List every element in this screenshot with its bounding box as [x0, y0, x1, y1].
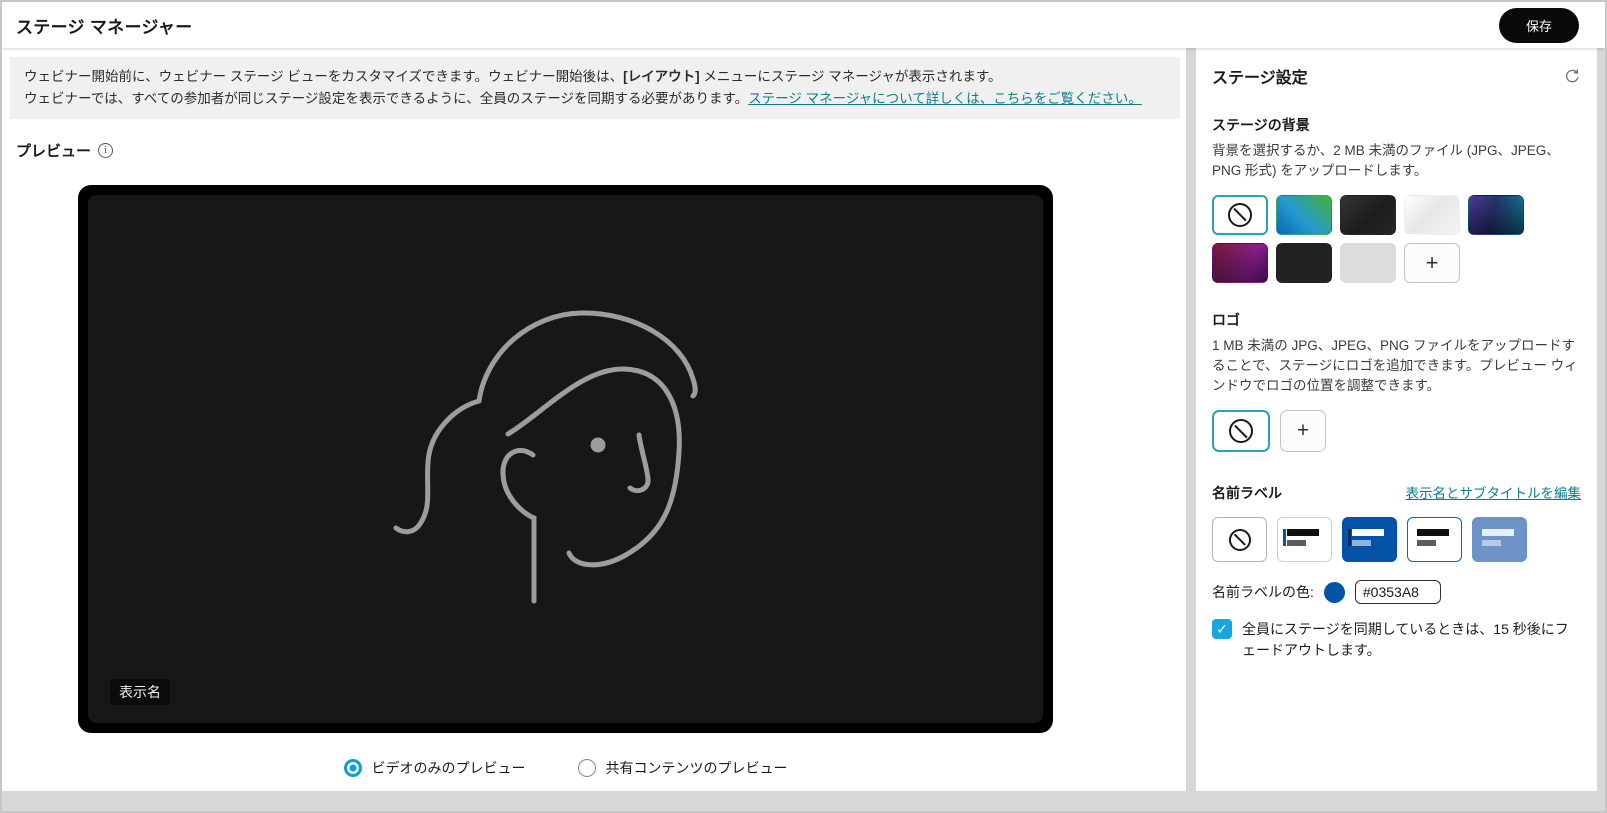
- name-label-black-selected[interactable]: [1407, 517, 1462, 562]
- logo-description: 1 MB 未満の JPG、JPEG、PNG ファイルをアップロードすることで、ス…: [1212, 336, 1581, 397]
- background-description: 背景を選択するか、2 MB 未満のファイル (JPG、JPEG、PNG 形式) …: [1212, 141, 1581, 182]
- info-banner: ウェビナー開始前に、ウェビナー ステージ ビューをカスタマイズできます。ウェビナ…: [10, 57, 1180, 119]
- bg-swatch-black[interactable]: [1276, 243, 1332, 283]
- preview-title: プレビュー: [16, 140, 91, 161]
- display-name-chip[interactable]: 表示名: [110, 679, 170, 705]
- header: ステージ マネージャー 保存: [2, 2, 1605, 48]
- reset-icon[interactable]: [1563, 67, 1581, 85]
- add-background-button[interactable]: +: [1404, 243, 1460, 283]
- radio-shared-content-label: 共有コンテンツのプレビュー: [606, 758, 788, 778]
- color-swatch-dot[interactable]: [1324, 582, 1345, 603]
- prohibited-icon: [1229, 529, 1251, 551]
- banner-line1-after: メニューにステージ マネージャが表示されます。: [700, 69, 1002, 84]
- name-label-light-accent[interactable]: [1277, 517, 1332, 562]
- name-label-none[interactable]: [1212, 517, 1267, 562]
- background-swatch-grid: +: [1212, 195, 1542, 283]
- radio-unselected-icon[interactable]: [578, 759, 596, 777]
- logo-none-button[interactable]: [1212, 410, 1270, 452]
- name-label-blue[interactable]: [1342, 517, 1397, 562]
- bg-swatch-purple-teal[interactable]: [1468, 195, 1524, 235]
- name-label-translucent[interactable]: [1472, 517, 1527, 562]
- stage-manager-window: ステージ マネージャー 保存 ウェビナー開始前に、ウェビナー ステージ ビューを…: [0, 0, 1607, 813]
- name-label-style-options: [1212, 517, 1581, 562]
- logo-heading: ロゴ: [1212, 310, 1581, 330]
- prohibited-icon: [1229, 419, 1253, 443]
- radio-shared-content[interactable]: 共有コンテンツのプレビュー: [578, 758, 788, 778]
- add-logo-button[interactable]: +: [1280, 410, 1326, 452]
- save-button[interactable]: 保存: [1499, 8, 1579, 43]
- main-panel: ウェビナー開始前に、ウェビナー ステージ ビューをカスタマイズできます。ウェビナ…: [2, 48, 1186, 791]
- bg-swatch-dark-wave[interactable]: [1340, 195, 1396, 235]
- name-label-color-label: 名前ラベルの色:: [1212, 582, 1314, 602]
- stage-preview-inner: 表示名: [88, 195, 1043, 723]
- preview-mode-radio-group: ビデオのみのプレビュー 共有コンテンツのプレビュー: [78, 758, 1053, 778]
- banner-line2: ウェビナーでは、すべての参加者が同じステージ設定を表示できるように、全員のステー…: [24, 91, 748, 106]
- panel-divider: [1186, 48, 1196, 791]
- bg-swatch-magenta-purple[interactable]: [1212, 243, 1268, 283]
- sync-fadeout-label: 全員にステージを同期しているときは、15 秒後にフェードアウトします。: [1242, 619, 1572, 660]
- stage-settings-panel: ステージ設定 ステージの背景 背景を選択するか、2 MB 未満のファイル (JP…: [1196, 48, 1597, 791]
- info-icon[interactable]: i: [98, 143, 113, 158]
- stage-preview: 表示名: [78, 185, 1053, 733]
- bg-swatch-none[interactable]: [1212, 195, 1268, 235]
- settings-title: ステージ設定: [1212, 64, 1308, 88]
- banner-layout-bold: [レイアウト]: [623, 69, 700, 84]
- color-hex-input[interactable]: [1355, 580, 1441, 604]
- bg-swatch-light-gray[interactable]: [1340, 243, 1396, 283]
- radio-video-only[interactable]: ビデオのみのプレビュー: [344, 758, 526, 778]
- page-title: ステージ マネージャー: [16, 13, 193, 38]
- edit-display-name-link[interactable]: 表示名とサブタイトルを編集: [1406, 482, 1582, 502]
- radio-video-only-label: ビデオのみのプレビュー: [372, 758, 526, 778]
- bottom-band: [2, 791, 1605, 813]
- name-label-heading: 名前ラベル: [1212, 483, 1282, 503]
- radio-selected-icon[interactable]: [344, 759, 362, 777]
- learn-more-link[interactable]: ステージ マネージャについて詳しくは、こちらをご覧ください。: [748, 91, 1142, 106]
- background-heading: ステージの背景: [1212, 115, 1581, 135]
- logo-options: +: [1212, 410, 1581, 452]
- banner-line1: ウェビナー開始前に、ウェビナー ステージ ビューをカスタマイズできます。ウェビナ…: [24, 69, 623, 84]
- bg-swatch-green-blue[interactable]: [1276, 195, 1332, 235]
- bg-swatch-light-wave[interactable]: [1404, 195, 1460, 235]
- prohibited-icon: [1228, 203, 1252, 227]
- sync-fadeout-checkbox[interactable]: ✓: [1212, 619, 1232, 639]
- avatar-placeholder-illustration: [366, 284, 766, 634]
